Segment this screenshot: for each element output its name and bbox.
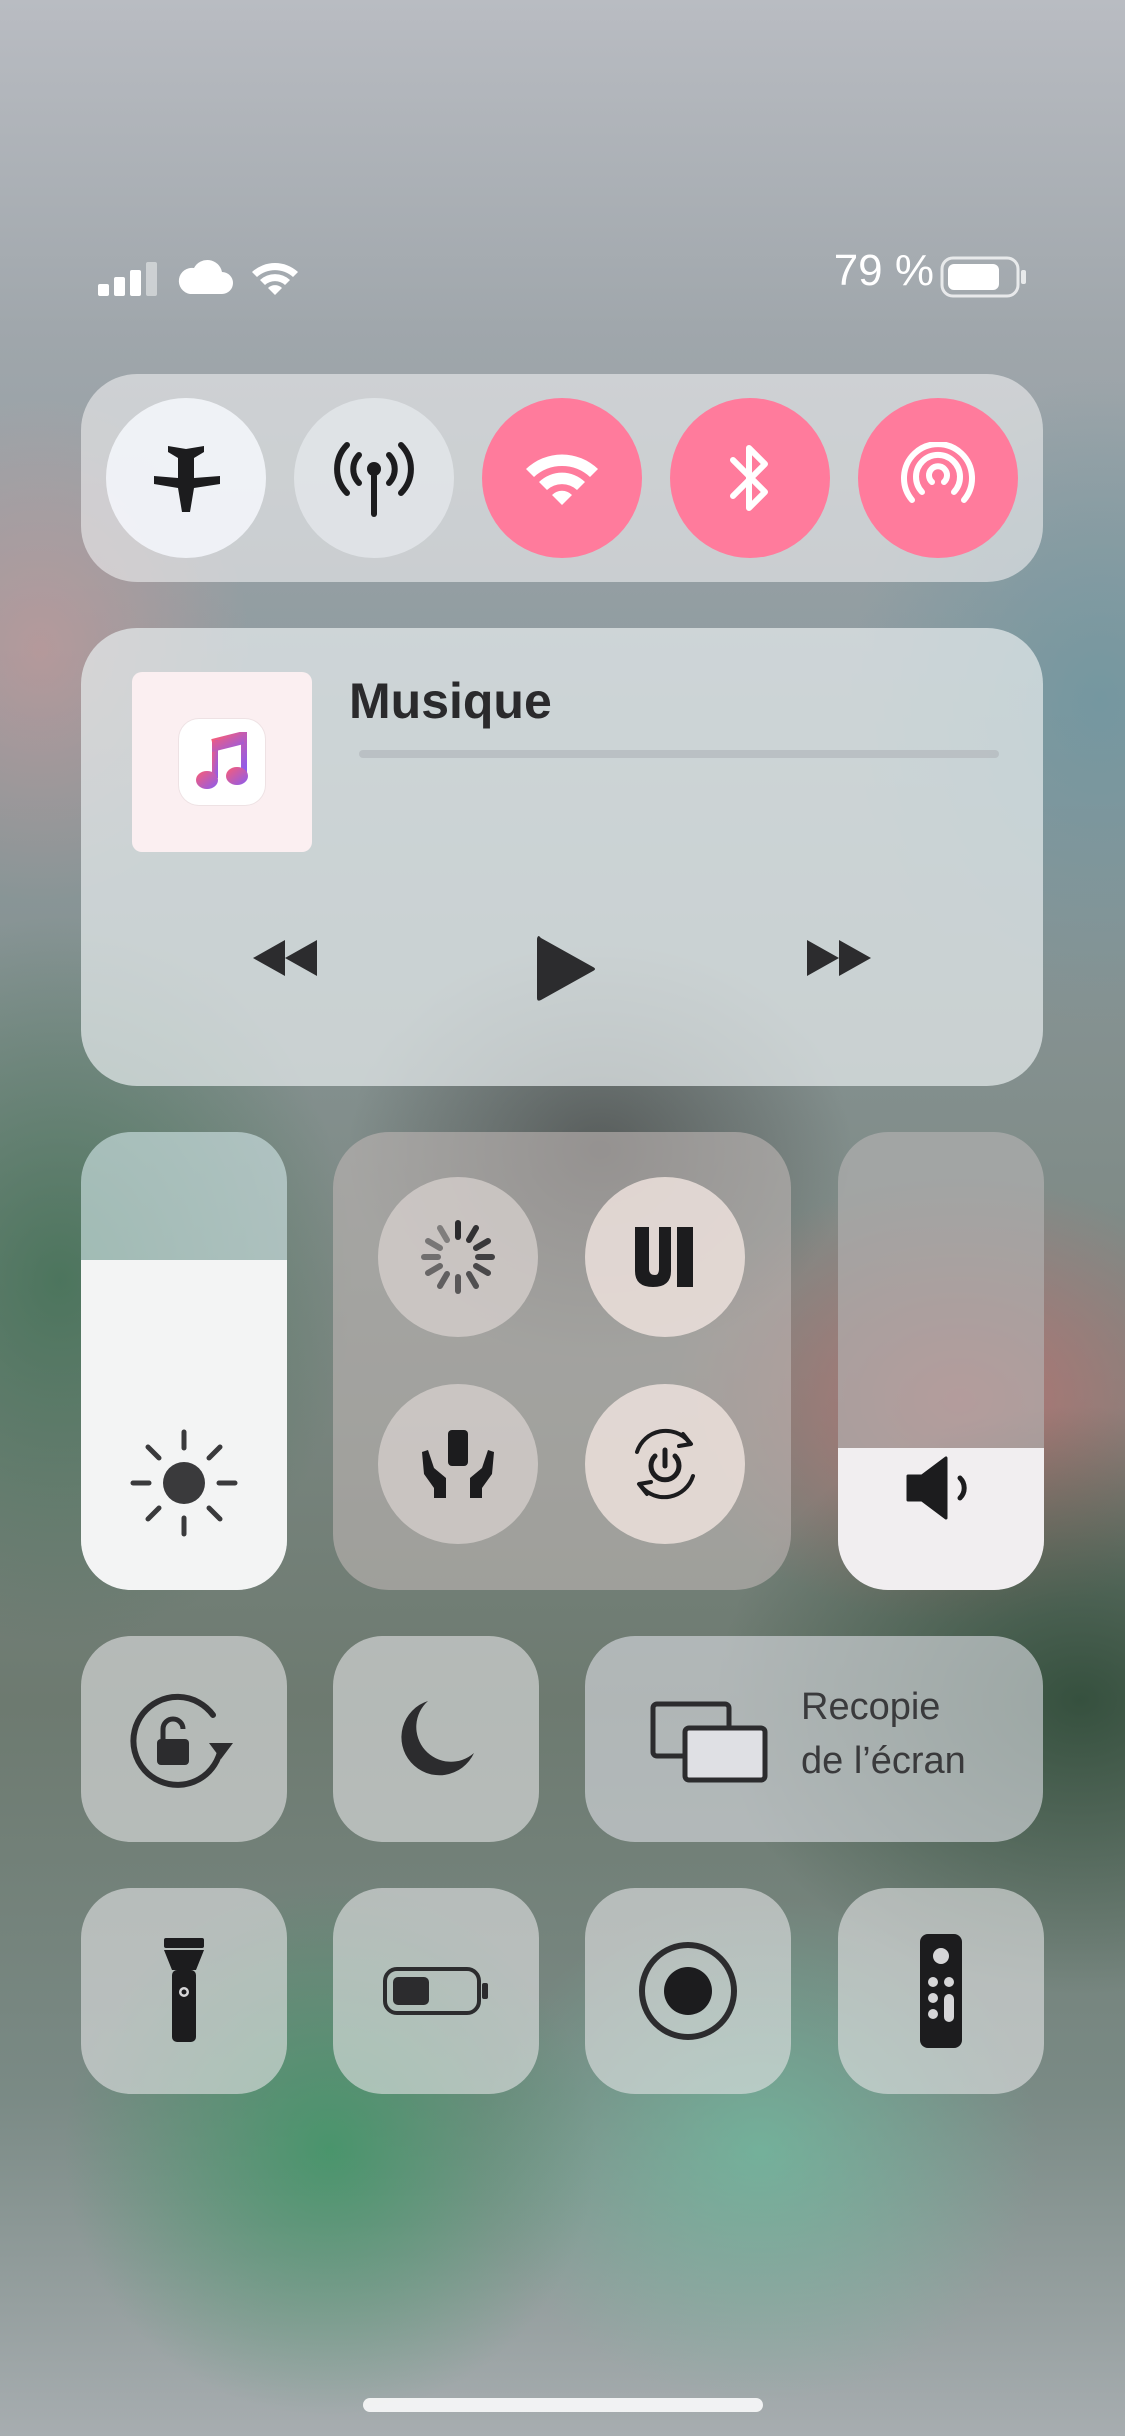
cellular-signal-icon (98, 262, 160, 296)
screen-mirroring-button[interactable]: Recopie de l’écran (585, 1636, 1043, 1842)
orientation-lock-icon (130, 1693, 233, 1788)
screen-mirroring-label-line2: de l’écran (801, 1740, 966, 1782)
airdrop-toggle[interactable] (858, 398, 1018, 558)
airdrop-icon (901, 442, 975, 503)
volume-slider[interactable] (838, 1132, 1044, 1590)
bluetooth-toggle[interactable] (670, 398, 830, 558)
music-app-icon (179, 719, 265, 805)
low-power-mode-button[interactable] (333, 1888, 539, 2094)
screen-record-button[interactable] (585, 1888, 791, 2094)
bluetooth-icon (730, 445, 768, 511)
airplane-mode-toggle[interactable] (106, 398, 266, 558)
accessibility-group (333, 1132, 791, 1590)
power-sync-button[interactable] (585, 1384, 745, 1544)
ui-button[interactable] (585, 1177, 745, 1337)
battery-icon (940, 256, 1028, 298)
antenna-icon (334, 442, 414, 517)
cellular-data-toggle[interactable] (294, 398, 454, 558)
wifi-toggle[interactable] (482, 398, 642, 558)
music-title: Musique (349, 673, 552, 729)
airplane-icon (154, 446, 220, 512)
power-sync-icon (635, 1428, 695, 1500)
next-track-icon (807, 940, 871, 976)
home-indicator[interactable] (363, 2398, 763, 2412)
music-progress-bar[interactable] (359, 750, 999, 758)
ui-icon (635, 1227, 693, 1287)
play-button[interactable] (535, 934, 597, 1004)
wifi-icon (526, 454, 598, 505)
icloud-icon (176, 258, 234, 296)
wifi-icon (250, 258, 300, 296)
do-not-disturb-button[interactable] (333, 1636, 539, 1842)
screen-mirroring-label-line1: Recopie (801, 1686, 941, 1728)
loading-spinner-button[interactable] (378, 1177, 538, 1337)
status-bar: 79 % (0, 240, 1125, 310)
flashlight-icon (164, 1938, 204, 2042)
flashlight-button[interactable] (81, 1888, 287, 2094)
screen-mirroring-icon (649, 1700, 769, 1784)
sun-icon (129, 1428, 239, 1538)
speaker-icon (904, 1454, 980, 1522)
previous-track-button[interactable] (251, 938, 321, 978)
hands-support-button[interactable] (378, 1384, 538, 1544)
hands-support-icon (422, 1430, 494, 1498)
tv-remote-button[interactable] (838, 1888, 1044, 2094)
moon-icon (401, 1701, 474, 1776)
brightness-fill (81, 1260, 287, 1590)
music-panel: Musique (81, 628, 1043, 1086)
low-power-battery-icon (383, 1967, 488, 2015)
album-art[interactable] (132, 672, 312, 852)
play-icon (537, 936, 595, 1001)
previous-track-icon (253, 940, 317, 976)
next-track-button[interactable] (803, 938, 873, 978)
loading-spinner-icon (421, 1220, 495, 1294)
connectivity-panel (81, 374, 1043, 582)
orientation-lock-button[interactable] (81, 1636, 287, 1842)
brightness-slider[interactable] (81, 1132, 287, 1590)
screen-record-icon (639, 1942, 737, 2040)
tv-remote-icon (920, 1934, 962, 2048)
battery-percent: 79 % (833, 246, 934, 295)
